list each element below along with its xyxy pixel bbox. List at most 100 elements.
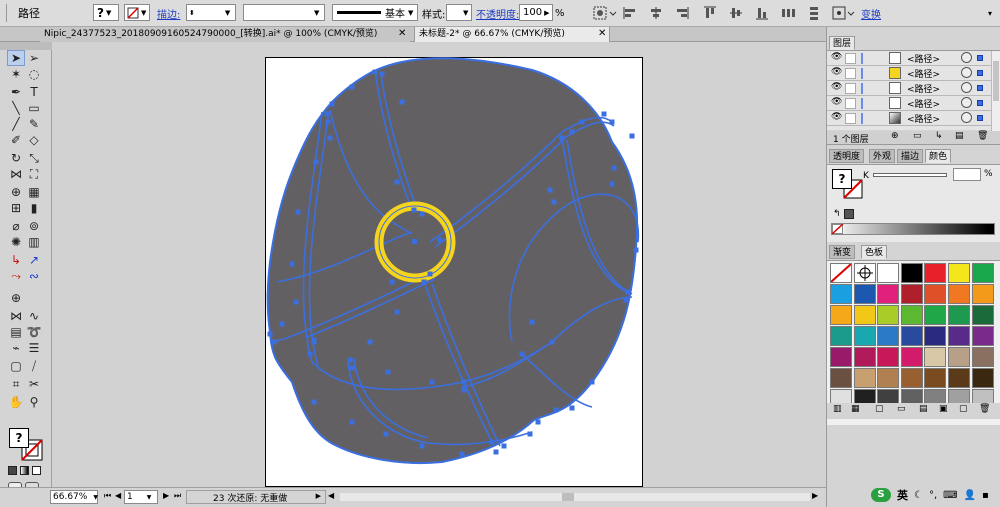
stroke-color-picker[interactable]: ▼	[124, 4, 150, 21]
anchor-point[interactable]	[279, 321, 285, 327]
anchor-point[interactable]	[625, 289, 631, 295]
line-segment-tool-icon[interactable]: ╲	[7, 100, 25, 116]
document-tab-active[interactable]: 未标题-2* @ 66.67% (CMYK/预览)	[414, 27, 610, 42]
anchor-point[interactable]	[349, 84, 355, 90]
swatch-library-icon[interactable]: ▥	[833, 404, 842, 414]
color-swatch[interactable]	[877, 326, 900, 346]
anchor-point[interactable]	[559, 135, 565, 141]
anchor-point[interactable]	[501, 443, 507, 449]
none-color-icon[interactable]	[832, 224, 844, 234]
close-icon[interactable]: ✕	[398, 28, 406, 39]
shape-builder-tool-icon[interactable]: ⊕	[7, 184, 25, 200]
anchor-point[interactable]	[623, 297, 629, 303]
blob-brush-tool-icon[interactable]: ✐	[7, 132, 25, 148]
duplicate-swatch-icon[interactable]: ▢	[959, 404, 968, 414]
color-swatch[interactable]	[900, 284, 923, 304]
color-swatch[interactable]	[948, 263, 970, 283]
distribute-horizontal-icon[interactable]	[780, 5, 796, 21]
color-swatch[interactable]	[853, 305, 876, 325]
moon-icon[interactable]: ☾	[914, 490, 923, 501]
color-swatch[interactable]	[924, 284, 947, 304]
pencil-tool-icon[interactable]: ✎	[25, 116, 43, 132]
anchor-point[interactable]	[629, 133, 635, 139]
color-swatch[interactable]	[971, 326, 994, 346]
color-swatch[interactable]	[900, 368, 923, 388]
anchor-point[interactable]	[461, 379, 467, 385]
anchor-point[interactable]	[295, 209, 301, 215]
layer-row[interactable]: 👁 <路径>	[827, 96, 992, 111]
selection-indicator[interactable]	[977, 115, 983, 121]
anchor-point[interactable]	[529, 319, 535, 325]
delete-layer-icon[interactable]: 🗑	[977, 131, 988, 141]
color-swatch[interactable]	[853, 368, 876, 388]
direct-selection-tool-icon[interactable]: ➢	[25, 50, 43, 66]
target-icon[interactable]	[961, 82, 972, 93]
anchor-point[interactable]	[324, 111, 330, 117]
color-swatch[interactable]	[948, 347, 970, 367]
new-sublayer-icon[interactable]: ↳	[935, 131, 943, 141]
stroke-weight-link[interactable]: 描边:	[157, 4, 180, 22]
free-transform-tool-icon[interactable]: ⛶	[25, 166, 43, 182]
lasso-tool-icon[interactable]: ◌	[25, 66, 43, 82]
chart-tool-icon[interactable]: ▤	[7, 324, 25, 340]
selection-indicator[interactable]	[977, 85, 983, 91]
rectangle-tool-icon[interactable]: ▭	[25, 100, 43, 116]
eyedropper-tool-icon[interactable]: ⌀	[7, 218, 25, 234]
anchor-point[interactable]	[311, 399, 317, 405]
anchor-point[interactable]	[349, 419, 355, 425]
color-swatch[interactable]	[971, 347, 994, 367]
column-graph-tool-icon[interactable]: ▥	[25, 234, 43, 250]
eye-icon[interactable]: 👁	[831, 67, 842, 77]
sogou-logo-icon[interactable]: S	[871, 488, 891, 502]
panel-tab-transparency[interactable]: 透明度	[829, 149, 865, 163]
anchor-point[interactable]	[459, 451, 465, 457]
swatch-folder-icon[interactable]: ▣	[939, 404, 948, 414]
knife-tool-icon[interactable]: ✂	[25, 376, 43, 392]
opacity-link[interactable]: 不透明度:	[476, 4, 519, 22]
scroll-left-icon[interactable]: ◀	[328, 491, 334, 500]
anchor-point[interactable]	[385, 369, 391, 375]
anchor-point[interactable]	[553, 407, 559, 413]
color-swatch[interactable]	[900, 347, 923, 367]
eraser-tool-icon[interactable]: ◇	[25, 132, 43, 148]
anchor-point[interactable]	[421, 279, 427, 285]
anchor-point[interactable]	[347, 357, 353, 363]
new-layer-icon[interactable]: ▤	[955, 131, 964, 141]
color-swatch[interactable]	[830, 368, 852, 388]
target-icon[interactable]	[961, 97, 972, 108]
k-value-input[interactable]	[953, 168, 981, 181]
anchor-point[interactable]	[389, 279, 395, 285]
gradient-mode-icon[interactable]	[20, 466, 29, 475]
anchor-point[interactable]	[551, 199, 557, 205]
clipping-mask-icon[interactable]: ▭	[913, 131, 922, 141]
anchor-point[interactable]	[349, 365, 355, 371]
color-swatch[interactable]	[924, 263, 947, 283]
new-swatch-icon[interactable]: ▤	[919, 404, 928, 414]
panel-menu-icon[interactable]: ▾	[988, 4, 992, 22]
chevron-down-icon[interactable]	[847, 5, 855, 21]
symbol-sprayer-tool-icon[interactable]: ✺	[7, 234, 25, 250]
anchor-point[interactable]	[394, 179, 400, 185]
anchor-point[interactable]	[399, 99, 405, 105]
align-right-icon[interactable]	[674, 5, 690, 21]
selection-indicator[interactable]	[977, 100, 983, 106]
anchor-point[interactable]	[569, 129, 575, 135]
anchor-point[interactable]	[489, 439, 495, 445]
anchor-point[interactable]	[633, 247, 639, 253]
artboard-number-select[interactable]: 1 ▼	[124, 490, 158, 504]
selection-indicator[interactable]	[977, 70, 983, 76]
wave-tool-icon[interactable]: ∿	[25, 308, 43, 324]
zoom-tool-icon[interactable]: ⚲	[25, 394, 43, 410]
color-swatch[interactable]	[877, 347, 900, 367]
anchor-point[interactable]	[311, 339, 317, 345]
layers-panel-tab[interactable]: 图层	[829, 36, 856, 50]
next-artboard-icon[interactable]: ▶	[163, 491, 169, 500]
anchor-point[interactable]	[419, 443, 425, 449]
layer-row[interactable]: 👁 <路径>	[827, 111, 992, 126]
anchor-point[interactable]	[394, 309, 400, 315]
blend-tool-icon[interactable]: ⊚	[25, 218, 43, 234]
anchor-point[interactable]	[589, 379, 595, 385]
layer-row[interactable]: 👁 <路径>	[827, 66, 992, 81]
lock-toggle[interactable]	[845, 53, 856, 64]
color-swatch[interactable]	[948, 284, 970, 304]
